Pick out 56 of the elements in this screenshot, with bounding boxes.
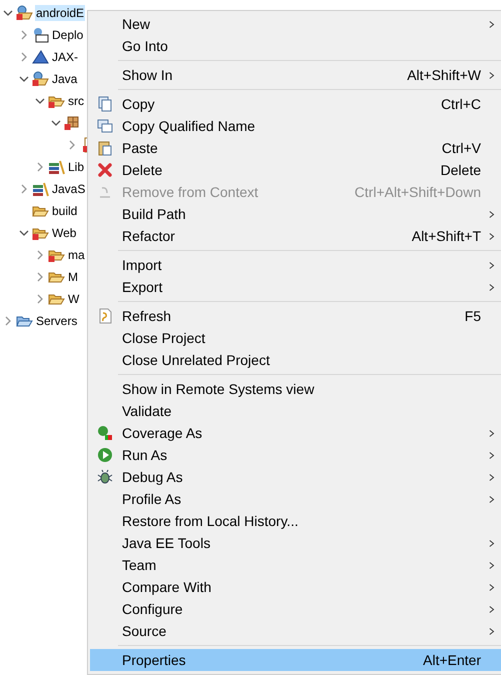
menu-item[interactable]: Properties Alt+Enter <box>90 649 501 671</box>
delete-icon <box>97 162 113 178</box>
tree-item[interactable]: Web <box>51 225 78 241</box>
menu-item[interactable]: Build Path <box>90 203 501 225</box>
remove-icon <box>97 184 113 200</box>
descriptor-icon <box>32 27 49 43</box>
tree-item[interactable]: W <box>67 291 80 307</box>
menu-item[interactable]: Restore from Local History... <box>90 510 501 532</box>
menu-item[interactable]: Source <box>90 620 501 642</box>
coverage-icon <box>97 425 113 441</box>
tree-item[interactable]: build <box>51 203 78 219</box>
package-icon <box>64 115 81 131</box>
menu-item[interactable]: Export <box>90 276 501 298</box>
menu-item[interactable]: Import <box>90 254 501 276</box>
menu-item[interactable]: Delete Delete <box>90 159 501 181</box>
tree-item[interactable]: Deplo <box>51 27 84 43</box>
bug-icon <box>97 469 113 485</box>
tree-item[interactable]: JavaS <box>51 181 86 197</box>
menu-item[interactable]: Coverage As <box>90 422 501 444</box>
menu-item[interactable]: Java EE Tools <box>90 532 501 554</box>
menu-item[interactable]: Debug As <box>90 466 501 488</box>
menu-item[interactable]: Run As <box>90 444 501 466</box>
run-icon <box>97 447 113 463</box>
tree-item[interactable]: Lib <box>67 159 86 175</box>
books-icon <box>32 181 49 197</box>
copy-icon <box>97 118 113 134</box>
tree-item[interactable]: Servers <box>35 313 78 329</box>
tree-item[interactable]: ma <box>67 247 86 263</box>
books-icon <box>48 159 65 175</box>
tree-item[interactable]: JAX- <box>51 49 80 65</box>
menu-item[interactable]: Go Into <box>90 35 501 57</box>
menu-item[interactable]: Validate <box>90 400 501 422</box>
copy-icon <box>97 96 113 112</box>
menu-item[interactable]: New <box>90 13 501 35</box>
web-service-icon <box>32 49 49 65</box>
menu-item[interactable]: Compare With <box>90 576 501 598</box>
project-icon <box>32 71 49 87</box>
menu-item[interactable]: Show In Alt+Shift+W <box>90 64 501 86</box>
tree-item[interactable]: androidE <box>35 5 86 21</box>
tree-item[interactable]: M <box>67 269 79 285</box>
menu-item[interactable]: Show in Remote Systems view <box>90 378 501 400</box>
menu-item[interactable]: Refresh F5 <box>90 305 501 327</box>
tree-item[interactable]: Java <box>51 71 78 87</box>
refresh-icon <box>97 308 113 324</box>
menu-item[interactable]: Configure <box>90 598 501 620</box>
paste-icon <box>97 140 113 156</box>
project-icon <box>16 5 33 21</box>
menu-item[interactable]: Paste Ctrl+V <box>90 137 501 159</box>
menu-item[interactable]: Refactor Alt+Shift+T <box>90 225 501 247</box>
menu-item[interactable]: Profile As <box>90 488 501 510</box>
menu-item[interactable]: Copy Qualified Name <box>90 115 501 137</box>
menu-item[interactable]: Copy Ctrl+C <box>90 93 501 115</box>
menu-item[interactable]: Team <box>90 554 501 576</box>
menu-item[interactable]: Close Unrelated Project <box>90 349 501 371</box>
menu-item[interactable]: Close Project <box>90 327 501 349</box>
tree-item[interactable]: src <box>67 93 85 109</box>
